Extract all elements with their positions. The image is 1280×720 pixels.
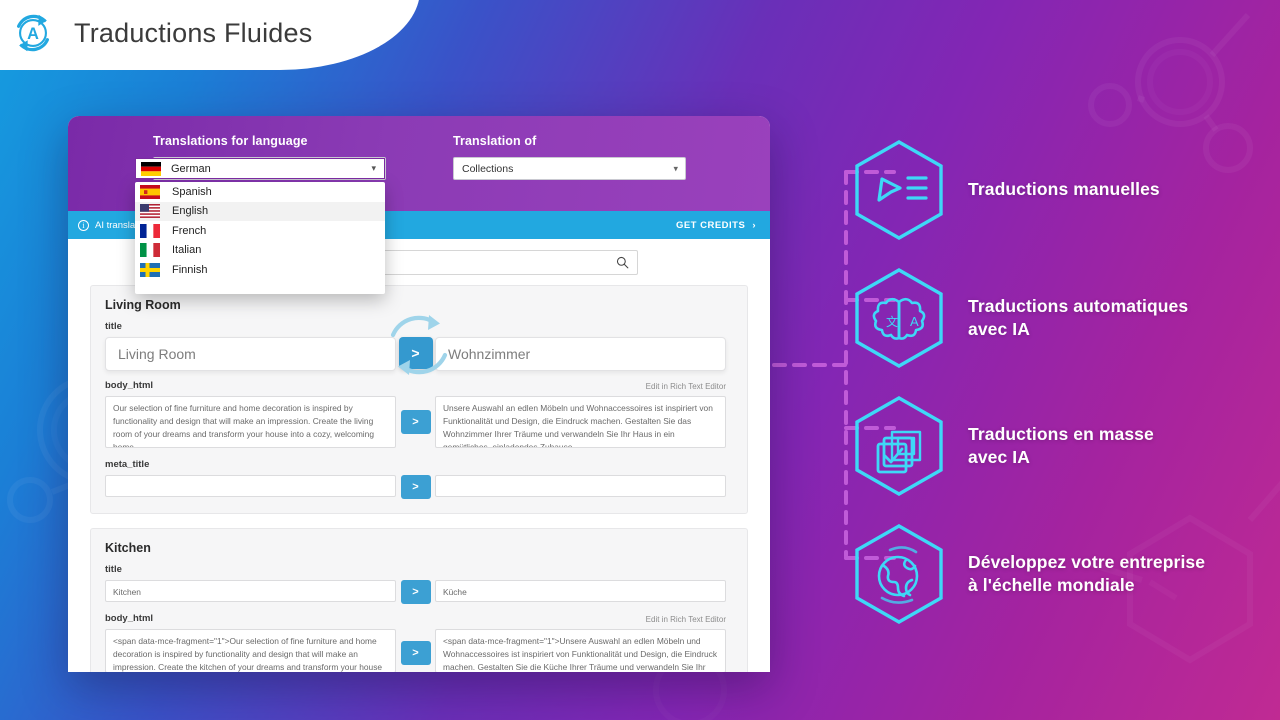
feature-title: Traductions manuelles xyxy=(968,179,1160,200)
flag-us-icon xyxy=(140,204,160,219)
search-icon xyxy=(616,256,629,268)
translation-card: Living Room title Living Room > Wohnzimm… xyxy=(90,285,748,514)
translate-button[interactable]: > xyxy=(398,337,433,369)
translation-card: Kitchen title Kitchen > Küche body_html … xyxy=(90,528,748,672)
translate-button-label: > xyxy=(412,586,419,598)
language-filter-label: Translations for language xyxy=(153,134,308,148)
feature-title: Traductions en masse avec IA xyxy=(968,423,1154,467)
feature-title: Traductions automatiques avec IA xyxy=(968,295,1189,339)
feature-item: Traductions en masse avec IA xyxy=(848,382,1278,510)
svg-text:A: A xyxy=(910,314,919,329)
language-select-display[interactable]: German ▾ xyxy=(135,158,385,179)
target-title-value: Wohnzimmer xyxy=(448,346,531,362)
translate-button-label: > xyxy=(412,416,419,428)
promo-banner: A Traductions Fluides Translations for l… xyxy=(0,0,1280,720)
language-option-label: Spanish xyxy=(172,185,212,198)
language-dropdown-menu[interactable]: Spanish English French Italian Finnish xyxy=(135,182,385,294)
card-title: Living Room xyxy=(105,298,181,312)
resource-filter-group: Translation of Collections ▾ xyxy=(453,134,753,180)
translate-button-label: > xyxy=(412,647,419,659)
feature-list: Traductions manuelles A 文 Traductions au… xyxy=(848,126,1278,638)
translate-button-label: > xyxy=(411,345,420,361)
resource-filter-label: Translation of xyxy=(453,134,537,148)
feature-item: Traductions manuelles xyxy=(848,126,1278,254)
flag-fi-icon xyxy=(140,262,160,277)
field-label: body_html xyxy=(105,380,154,391)
language-option[interactable]: French xyxy=(135,221,385,241)
feature-item: Développez votre entreprise à l'échelle … xyxy=(848,510,1278,638)
translate-button-label: > xyxy=(412,481,419,493)
card-title: Kitchen xyxy=(105,541,151,555)
language-option-label: Finnish xyxy=(172,263,208,276)
circular-arrows-a-icon: A xyxy=(16,14,50,52)
chevron-down-icon: ▾ xyxy=(673,163,678,173)
source-title-input[interactable]: Living Room xyxy=(105,337,396,371)
language-option[interactable]: English xyxy=(135,201,385,221)
feature-item: A 文 Traductions automatiques avec IA xyxy=(848,254,1278,382)
target-body-input[interactable]: <span data-mce-fragment="1">Unsere Auswa… xyxy=(435,629,726,672)
source-body-input[interactable]: <span data-mce-fragment="1">Our selectio… xyxy=(105,629,396,672)
info-icon: i xyxy=(78,219,89,231)
translate-button[interactable]: > xyxy=(400,410,431,434)
language-option[interactable]: Italian xyxy=(135,241,385,261)
language-select-value: German xyxy=(171,162,211,175)
chevron-down-icon: ▾ xyxy=(371,163,376,173)
language-option-label: French xyxy=(172,224,207,237)
flag-es-icon xyxy=(140,184,160,199)
language-option[interactable]: Spanish xyxy=(135,182,385,202)
svg-text:文: 文 xyxy=(886,314,898,329)
field-label: title xyxy=(105,564,122,575)
resource-select-value: Collections xyxy=(462,162,514,175)
field-label: meta_title xyxy=(105,459,150,470)
field-label: title xyxy=(105,321,122,332)
brain-ai-hex-icon: A 文 xyxy=(855,268,943,368)
logo-letter: A xyxy=(27,25,39,43)
target-meta-input[interactable] xyxy=(435,475,726,497)
get-credits-label: GET CREDITS xyxy=(675,219,746,231)
rich-text-editor-link[interactable]: Edit in Rich Text Editor xyxy=(435,382,726,391)
resource-select[interactable]: Collections ▾ xyxy=(453,157,686,180)
target-title-input[interactable]: Küche xyxy=(435,580,726,602)
chevron-right-icon: › xyxy=(752,219,756,231)
source-meta-input[interactable] xyxy=(105,475,396,497)
translate-button[interactable]: > xyxy=(400,641,431,665)
target-body-input[interactable]: Unsere Auswahl an edlen Möbeln und Wohna… xyxy=(435,396,726,448)
rich-text-editor-link[interactable]: Edit in Rich Text Editor xyxy=(435,615,726,624)
language-option-label: English xyxy=(172,205,209,218)
source-title-value: Living Room xyxy=(118,346,196,362)
globe-hex-icon xyxy=(855,524,943,624)
field-label: body_html xyxy=(105,613,154,624)
translate-button[interactable]: > xyxy=(400,475,431,499)
flag-de-icon xyxy=(141,161,161,176)
page-title: Traductions Fluides xyxy=(74,17,313,48)
language-option[interactable]: Finnish xyxy=(135,260,385,280)
target-title-input[interactable]: Wohnzimmer xyxy=(435,337,726,371)
language-option-label: Italian xyxy=(172,244,202,257)
translate-button[interactable]: > xyxy=(400,580,431,604)
source-body-input[interactable]: Our selection of fine furniture and home… xyxy=(105,396,396,448)
stacked-checks-hex-icon xyxy=(855,396,943,496)
translation-list: Living Room title Living Room > Wohnzimm… xyxy=(68,285,770,672)
cursor-lines-hex-icon xyxy=(855,140,943,240)
flag-fr-icon xyxy=(140,223,160,238)
get-credits-button[interactable]: GET CREDITS › xyxy=(676,220,756,231)
brand-header: A Traductions Fluides xyxy=(0,0,420,70)
feature-title: Développez votre entreprise à l'échelle … xyxy=(968,551,1206,595)
source-title-input[interactable]: Kitchen xyxy=(105,580,396,602)
flag-it-icon xyxy=(140,243,160,258)
